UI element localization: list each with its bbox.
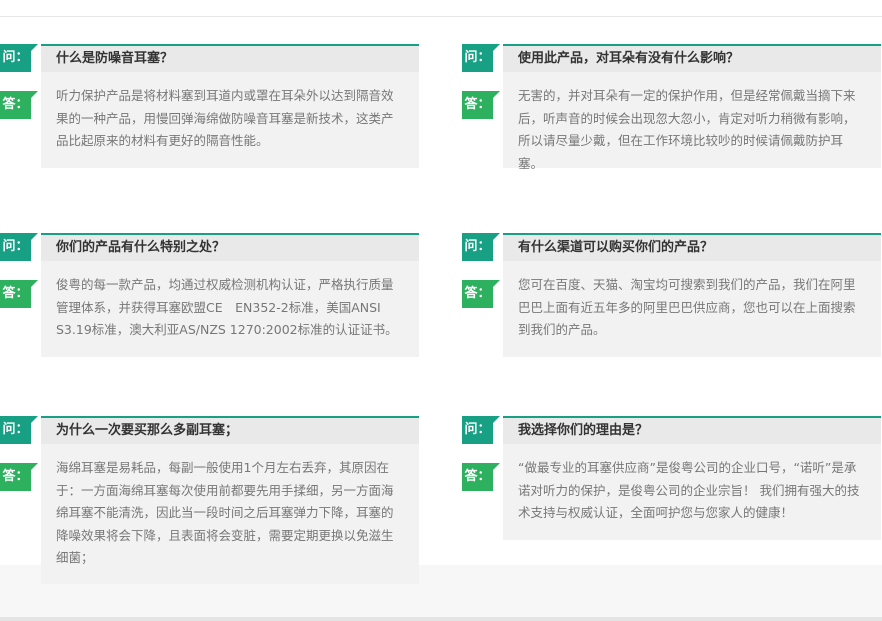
faq-answer: 您可在百度、天猫、淘宝均可搜索到我们的产品，我们在阿里巴巴上面有近五年多的阿里巴… bbox=[503, 261, 881, 357]
faq-answer: “做最专业的耳塞供应商”是俊粤公司的企业口号，“诺听”是承诺对听力的保护，是俊粤… bbox=[503, 444, 881, 540]
faq-answer: 俊粤的每一款产品，均通过权威检测机构认证，严格执行质量管理体系，并获得耳塞欧盟C… bbox=[41, 261, 419, 357]
faq-answer: 海绵耳塞是易耗品，每副一般使用1个月左右丢弃，其原因在于：一方面海绵耳塞每次使用… bbox=[41, 444, 419, 584]
question-tag: 问： bbox=[0, 233, 38, 261]
faq-question: 我选择你们的理由是？ bbox=[503, 416, 881, 444]
question-tag: 问： bbox=[462, 416, 500, 444]
bottom-divider bbox=[0, 617, 882, 621]
faq-question: 什么是防噪音耳塞？ bbox=[41, 44, 419, 72]
faq-question: 你们的产品有什么特别之处？ bbox=[41, 233, 419, 261]
answer-tag: 答： bbox=[462, 91, 500, 119]
faq-item-2: 问： 使用此产品，对耳朵有没有什么影响？ 答： 无害的，并对耳朵有一定的保护作用… bbox=[462, 44, 882, 171]
faq-item-5: 问： 为什么一次要买那么多副耳塞； 答： 海绵耳塞是易耗品，每副一般使用1个月左… bbox=[0, 416, 420, 584]
faq-question: 使用此产品，对耳朵有没有什么影响？ bbox=[503, 44, 881, 72]
answer-tag: 答： bbox=[0, 280, 38, 308]
faq-item-1: 问： 什么是防噪音耳塞？ 答： 听力保护产品是将材料塞到耳道内或罩在耳朵外以达到… bbox=[0, 44, 420, 168]
faq-item-3: 问： 你们的产品有什么特别之处？ 答： 俊粤的每一款产品，均通过权威检测机构认证… bbox=[0, 233, 420, 357]
question-tag: 问： bbox=[0, 44, 38, 72]
question-tag: 问： bbox=[462, 44, 500, 72]
answer-tag: 答： bbox=[462, 280, 500, 308]
answer-tag: 答： bbox=[0, 91, 38, 119]
answer-tag: 答： bbox=[462, 463, 500, 491]
question-tag: 问： bbox=[0, 416, 38, 444]
question-tag: 问： bbox=[462, 233, 500, 261]
faq-answer: 无害的，并对耳朵有一定的保护作用，但是经常佩戴当摘下来后，听声音的时候会出现忽大… bbox=[503, 72, 881, 171]
faq-item-4: 问： 有什么渠道可以购买你们的产品？ 答： 您可在百度、天猫、淘宝均可搜索到我们… bbox=[462, 233, 882, 357]
faq-question: 为什么一次要买那么多副耳塞； bbox=[41, 416, 419, 444]
top-divider bbox=[0, 16, 882, 17]
faq-item-6: 问： 我选择你们的理由是？ 答： “做最专业的耳塞供应商”是俊粤公司的企业口号，… bbox=[462, 416, 882, 540]
answer-tag: 答： bbox=[0, 463, 38, 491]
faq-answer: 听力保护产品是将材料塞到耳道内或罩在耳朵外以达到隔音效果的一种产品，用慢回弹海绵… bbox=[41, 72, 419, 168]
faq-question: 有什么渠道可以购买你们的产品？ bbox=[503, 233, 881, 261]
